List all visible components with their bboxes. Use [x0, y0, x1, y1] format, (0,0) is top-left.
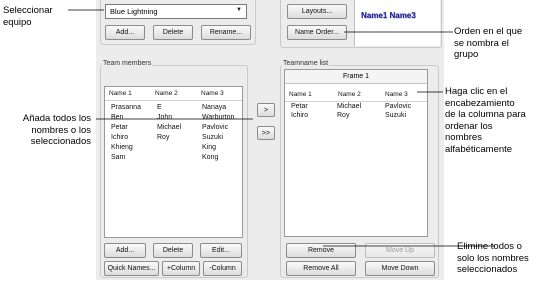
member-edit-button[interactable]: Edit...: [200, 243, 242, 258]
name-preview-text: Name1 Name3: [361, 11, 416, 20]
move-up-button[interactable]: Move Up: [365, 243, 435, 258]
name-order-button[interactable]: Name Order...: [287, 25, 347, 40]
dropdown-arrow-icon: ▼: [236, 7, 242, 13]
annotation-select-team: Seleccionar equipo: [3, 5, 53, 28]
tm-cell[interactable]: Petar: [111, 124, 128, 131]
member-add-button[interactable]: Add...: [104, 243, 146, 258]
tm-col-name1[interactable]: Name 1: [109, 90, 132, 97]
tm-cell[interactable]: Suzuki: [202, 134, 223, 141]
tm-cell[interactable]: Ben: [111, 114, 123, 121]
quick-names-button[interactable]: Quick Names...: [104, 261, 159, 276]
tm-col-name3[interactable]: Name 3: [201, 90, 224, 97]
tm-cell[interactable]: Prasanna: [111, 104, 141, 111]
tl-cell[interactable]: Michael: [337, 103, 361, 110]
teamname-list-title: Teamname list: [282, 60, 330, 67]
tm-cell[interactable]: Roy: [157, 134, 169, 141]
tm-cell[interactable]: Khieng: [111, 144, 133, 151]
tm-cell[interactable]: Nanaya: [202, 104, 226, 111]
tl-col-name2[interactable]: Name 2: [338, 91, 361, 98]
tm-cell[interactable]: Kong: [202, 154, 218, 161]
tl-cell[interactable]: Petar: [291, 103, 308, 110]
tl-col-name1[interactable]: Name 1: [289, 91, 312, 98]
move-selected-button[interactable]: >: [257, 103, 275, 117]
tm-cell[interactable]: Warburton: [202, 114, 234, 121]
remove-button[interactable]: Remove: [286, 243, 356, 258]
tm-cell[interactable]: Michael: [157, 124, 181, 131]
team-combo-value: Blue Lightning: [110, 7, 158, 16]
tl-cell[interactable]: Ichiro: [291, 112, 308, 119]
tm-cell[interactable]: Pavlovic: [202, 124, 228, 131]
team-delete-button[interactable]: Delete: [153, 25, 193, 40]
add-column-button[interactable]: +Column: [162, 261, 200, 276]
team-add-button[interactable]: Add...: [105, 25, 145, 40]
member-delete-button[interactable]: Delete: [153, 243, 193, 258]
tm-cell[interactable]: John: [157, 114, 172, 121]
teamname-header: Name 1 Name 2 Name 3: [285, 88, 427, 102]
annotation-remove: Elimine todos o solo los nombres selecci…: [457, 241, 529, 275]
team-members-header: Name 1 Name 2 Name 3: [105, 87, 242, 101]
name-preview: Name1 Name3: [354, 0, 440, 46]
teamname-list[interactable]: Frame 1 Name 1 Name 2 Name 3 Petar Micha…: [284, 69, 428, 237]
layouts-button[interactable]: Layouts...: [287, 4, 347, 19]
annotation-add-names: Añada todos los nombres o los selecciona…: [22, 113, 91, 147]
remove-all-button[interactable]: Remove All: [286, 261, 356, 276]
frame-header[interactable]: Frame 1: [285, 70, 427, 84]
name-teams-dialog: Blue Lightning ▼ Add... Delete Rename...…: [96, 0, 444, 280]
tm-col-name2[interactable]: Name 2: [155, 90, 178, 97]
tm-cell[interactable]: King: [202, 144, 216, 151]
tl-cell[interactable]: Suzuki: [385, 112, 406, 119]
annotation-order: Orden en el que se nombra el grupo: [454, 26, 523, 60]
tm-cell[interactable]: Sam: [111, 154, 125, 161]
tm-cell[interactable]: Ichiro: [111, 134, 128, 141]
tl-cell[interactable]: Pavlovic: [385, 103, 411, 110]
move-all-button[interactable]: >>: [257, 126, 275, 140]
team-combo[interactable]: Blue Lightning ▼: [105, 4, 247, 19]
tl-col-name3[interactable]: Name 3: [385, 91, 408, 98]
move-down-button[interactable]: Move Down: [365, 261, 435, 276]
team-members-list[interactable]: Name 1 Name 2 Name 3 Prasanna E Nanaya B…: [104, 86, 243, 238]
team-rename-button[interactable]: Rename...: [201, 25, 251, 40]
tl-cell[interactable]: Roy: [337, 112, 349, 119]
remove-column-button[interactable]: -Column: [203, 261, 242, 276]
tm-cell[interactable]: E: [157, 104, 162, 111]
annotation-sort: Haga clic en el encabezamiento de la col…: [445, 86, 526, 155]
team-members-title: Team members: [102, 60, 153, 67]
